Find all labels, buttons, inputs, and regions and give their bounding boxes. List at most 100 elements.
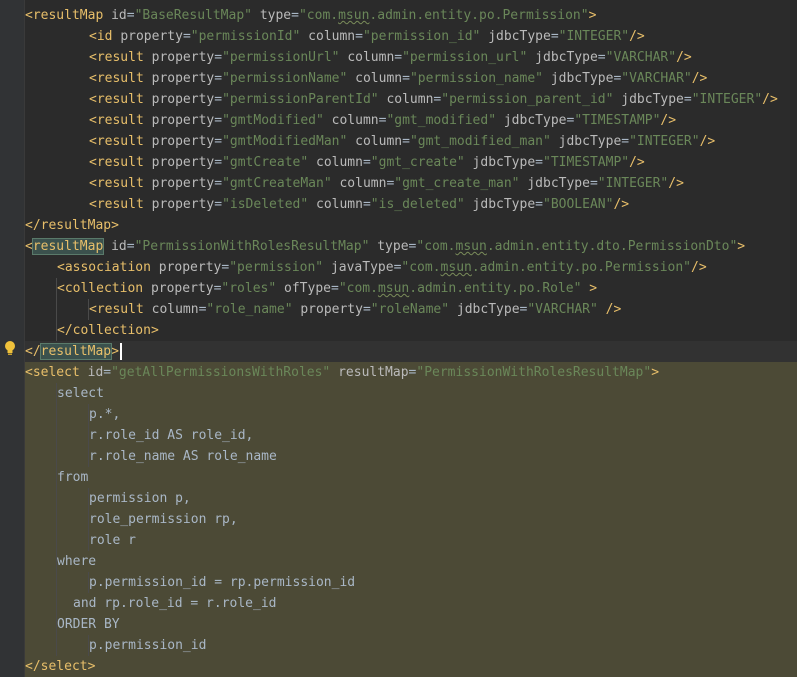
- code-token: "roles": [221, 281, 277, 296]
- code-token: id: [96, 29, 113, 44]
- sql-code-line[interactable]: and rp.role_id = r.role_id: [25, 593, 797, 614]
- code-token: column: [308, 29, 356, 44]
- code-token: =: [214, 71, 223, 86]
- sql-code-line[interactable]: from: [25, 467, 797, 488]
- code-token: jdbcType: [621, 92, 684, 107]
- code-token: "is_deleted": [370, 197, 465, 212]
- code-line[interactable]: <result column="role_name" property="rol…: [25, 299, 797, 320]
- code-token: id: [111, 8, 127, 23]
- code-token: =: [683, 92, 692, 107]
- code-token: column: [386, 92, 434, 107]
- code-token: >: [111, 344, 119, 359]
- code-token: =: [362, 155, 371, 170]
- code-token: =: [355, 29, 363, 44]
- code-token: =: [182, 29, 191, 44]
- code-token: property: [151, 134, 215, 149]
- code-token: <: [57, 260, 65, 275]
- sql-code-line[interactable]: where: [25, 551, 797, 572]
- code-token: "INTEGER": [691, 92, 763, 107]
- code-line[interactable]: <result property="permissionParentId" co…: [25, 89, 797, 110]
- code-line[interactable]: </resultMap>: [25, 215, 797, 236]
- sql-code-line[interactable]: <select id="getAllPermissionsWithRoles" …: [25, 362, 797, 383]
- code-token: =: [362, 302, 371, 317]
- code-token: <: [89, 113, 97, 128]
- editor-gutter: [0, 0, 25, 677]
- code-token: <: [57, 281, 65, 296]
- code-line[interactable]: </collection>: [25, 320, 797, 341]
- code-token: "VARCHAR": [621, 71, 692, 86]
- code-token: >: [588, 8, 597, 23]
- lightbulb-icon[interactable]: [3, 340, 17, 356]
- code-token: "permission_url": [402, 50, 528, 65]
- code-token: result: [96, 92, 144, 107]
- code-token: r.role_id AS role_id,: [89, 428, 254, 443]
- indent-guide: [56, 278, 57, 341]
- code-token: =: [214, 134, 223, 149]
- code-token: "gmtCreate": [222, 155, 309, 170]
- code-token: >: [737, 239, 746, 254]
- code-token: result: [96, 134, 144, 149]
- code-line[interactable]: <result property="permissionName" column…: [25, 68, 797, 89]
- sql-code-line[interactable]: p.permission_id = rp.permission_id: [25, 572, 797, 593]
- indent-guide: [88, 635, 89, 656]
- code-area[interactable]: <resultMap id="BaseResultMap" type="com.…: [25, 0, 797, 677]
- sql-code-line[interactable]: r.role_name AS role_name: [25, 446, 797, 467]
- code-editor[interactable]: <resultMap id="BaseResultMap" type="com.…: [0, 0, 797, 677]
- code-token: />: [668, 176, 684, 191]
- code-line[interactable]: <result property="isDeleted" column="is_…: [25, 194, 797, 215]
- code-line[interactable]: <result property="gmtCreateMan" column="…: [25, 173, 797, 194]
- code-line[interactable]: <id property="permissionId" column="perm…: [25, 26, 797, 47]
- code-line[interactable]: <result property="permissionUrl" column=…: [25, 47, 797, 68]
- code-token: javaType: [330, 260, 394, 275]
- sql-code-line[interactable]: role r: [25, 530, 797, 551]
- code-token: =: [362, 197, 371, 212]
- sql-code-line[interactable]: ORDER BY: [25, 614, 797, 635]
- sql-code-line[interactable]: p.*,: [25, 404, 797, 425]
- sql-code-line[interactable]: permission p,: [25, 488, 797, 509]
- sql-code-line[interactable]: role_permission rp,: [25, 509, 797, 530]
- code-token: =: [330, 281, 339, 296]
- code-token: "roleName": [370, 302, 450, 317]
- code-token: <: [25, 365, 33, 380]
- code-line[interactable]: <result property="gmtModified" column="g…: [25, 110, 797, 131]
- code-line[interactable]: </resultMap>: [25, 341, 797, 362]
- code-token: <: [89, 92, 97, 107]
- code-token: ofType: [284, 281, 331, 296]
- code-token: "INTEGER": [597, 176, 669, 191]
- code-line[interactable]: <result property="gmtCreate" column="gmt…: [25, 152, 797, 173]
- code-token: "INTEGER": [558, 29, 630, 44]
- code-token: jdbcType: [550, 71, 614, 86]
- code-token: property: [300, 302, 363, 317]
- code-token: collection: [72, 323, 151, 338]
- code-line[interactable]: <resultMap id="PermissionWithRolesResult…: [25, 236, 797, 257]
- code-token: jdbcType: [503, 113, 567, 128]
- code-line[interactable]: <result property="gmtModifiedMan" column…: [25, 131, 797, 152]
- code-token: <: [89, 176, 97, 191]
- code-token: column: [339, 176, 387, 191]
- code-line[interactable]: <association property="permission" javaT…: [25, 257, 797, 278]
- code-token: "gmtModified": [222, 113, 324, 128]
- sql-code-line[interactable]: r.role_id AS role_id,: [25, 425, 797, 446]
- code-token: type: [259, 8, 292, 23]
- sql-code-line[interactable]: </select>: [25, 656, 797, 677]
- code-line[interactable]: <collection property="roles" ofType="com…: [25, 278, 797, 299]
- sql-code-line[interactable]: select: [25, 383, 797, 404]
- code-token: "PermissionWithRolesResultMap": [134, 239, 370, 254]
- code-line[interactable]: <resultMap id="BaseResultMap" type="com.…: [25, 5, 797, 26]
- code-token: "permissionName": [222, 71, 348, 86]
- code-token: >: [589, 281, 598, 296]
- code-token: "TIMESTAMP": [574, 113, 661, 128]
- code-token: column: [355, 134, 403, 149]
- indent-guide: [56, 383, 57, 656]
- code-token: />: [676, 50, 692, 65]
- code-token: jdbcType: [558, 134, 622, 149]
- sql-code-line[interactable]: p.permission_id: [25, 635, 797, 656]
